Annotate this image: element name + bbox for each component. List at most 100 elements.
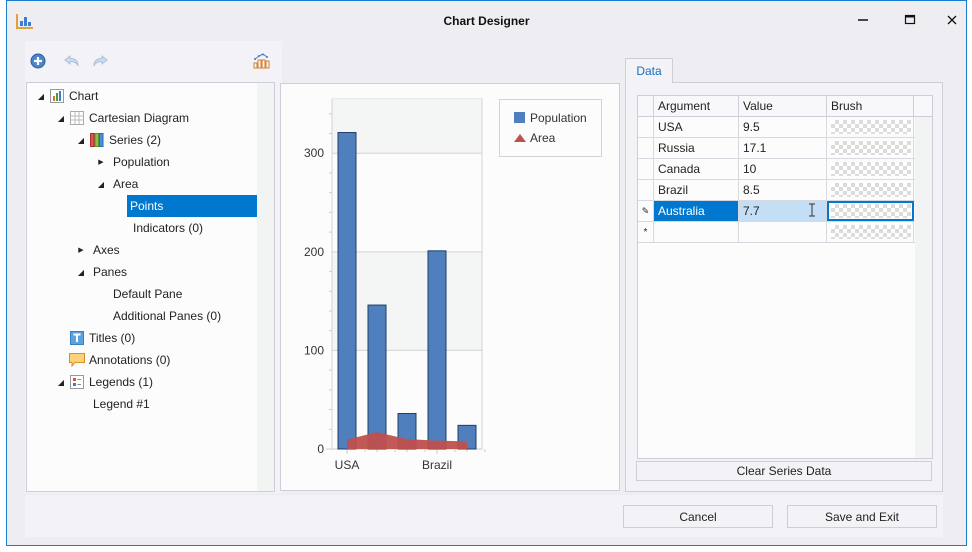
tree-item[interactable]: ▶ Population xyxy=(95,151,170,173)
save-and-exit-button[interactable]: Save and Exit xyxy=(787,505,937,528)
brush-cell[interactable] xyxy=(827,180,914,200)
collapse-arrow-icon[interactable]: ◢ xyxy=(75,266,87,278)
close-button[interactable] xyxy=(937,9,967,33)
tree-item[interactable]: Indicators (0) xyxy=(115,217,203,239)
annotations-icon xyxy=(69,352,85,368)
tree-item[interactable]: Default Pane xyxy=(95,283,182,305)
argument-cell[interactable]: Australia xyxy=(654,201,739,221)
table-row[interactable]: USA 9.5 xyxy=(638,117,915,138)
chart-preview[interactable]: 0 100 200 300 USA Brazil Population Area xyxy=(281,84,619,490)
collapse-arrow-icon[interactable]: ◢ xyxy=(55,112,67,124)
row-indicator[interactable] xyxy=(638,138,654,158)
value-cell[interactable]: 17.1 xyxy=(739,138,827,158)
table-row[interactable]: ✎ Australia 7.7 xyxy=(638,201,915,222)
tree-item[interactable]: ◢ Legends (1) xyxy=(55,371,153,393)
tree-scrollbar[interactable] xyxy=(257,83,274,491)
value-cell[interactable]: 10 xyxy=(739,159,827,179)
tree-item[interactable]: ◢ Cartesian Diagram xyxy=(55,107,189,129)
value-cell[interactable]: 9.5 xyxy=(739,117,827,137)
tree-item-label: Annotations (0) xyxy=(89,353,171,367)
titles-icon xyxy=(69,330,85,346)
tree-item-label: Points xyxy=(130,199,164,213)
series-data-grid[interactable]: Argument Value Brush USA 9.5 Russia 17.1 Can… xyxy=(637,95,933,459)
row-indicator[interactable]: ✎ xyxy=(638,201,654,221)
chart-designer-window: Chart Designer ◢ Chart ◢ Cartesian Diagr… xyxy=(6,0,967,546)
row-indicator[interactable] xyxy=(638,180,654,200)
chart-type-button[interactable] xyxy=(253,52,271,71)
maximize-button[interactable] xyxy=(895,9,925,33)
title-bar[interactable]: Chart Designer xyxy=(7,1,966,41)
tree-item-label: Additional Panes (0) xyxy=(113,309,222,323)
row-indicator[interactable] xyxy=(638,117,654,137)
brush-cell[interactable] xyxy=(827,201,914,221)
edit-pencil-icon: ✎ xyxy=(641,205,650,216)
grid-header-indicator xyxy=(638,96,654,116)
tree-item[interactable]: ◢ Series (2) xyxy=(75,129,161,151)
row-indicator[interactable]: * xyxy=(638,222,654,242)
brush-cell[interactable] xyxy=(827,159,914,179)
column-header-value[interactable]: Value xyxy=(739,96,827,116)
tree-item[interactable]: Points xyxy=(127,195,257,217)
value-text: 8.5 xyxy=(743,183,760,197)
redo-icon xyxy=(92,54,108,70)
redo-button[interactable] xyxy=(91,53,109,71)
properties-panel: Data Argument Value Brush USA 9.5 Russia 17… xyxy=(623,41,943,493)
collapse-arrow-icon[interactable]: ◢ xyxy=(75,134,87,146)
transparent-brush-swatch xyxy=(831,225,911,239)
grid-scrollbar[interactable] xyxy=(915,117,932,458)
tree-item-label: Population xyxy=(113,155,170,169)
brush-cell[interactable] xyxy=(827,117,914,137)
clear-series-data-button[interactable]: Clear Series Data xyxy=(636,461,932,481)
tree-item[interactable]: ◢ Panes xyxy=(75,261,127,283)
y-tick-label: 0 xyxy=(317,442,324,456)
collapse-arrow-icon[interactable]: ◢ xyxy=(35,90,47,102)
column-header-brush[interactable]: Brush xyxy=(827,96,914,116)
cancel-button[interactable]: Cancel xyxy=(623,505,773,528)
tree-item[interactable]: Legend #1 xyxy=(75,393,150,415)
diagram-grid-icon xyxy=(69,110,85,126)
column-header-argument[interactable]: Argument xyxy=(654,96,739,116)
collapse-arrow-icon[interactable]: ◢ xyxy=(95,178,107,190)
tree-item-label: Chart xyxy=(69,89,99,103)
bar-russia xyxy=(367,304,387,450)
tab-data[interactable]: Data xyxy=(625,58,673,83)
undo-button[interactable] xyxy=(63,53,81,71)
expand-arrow-icon[interactable]: ▶ xyxy=(75,244,87,256)
row-indicator[interactable] xyxy=(638,159,654,179)
table-row[interactable]: Russia 17.1 xyxy=(638,138,915,159)
value-cell[interactable]: 8.5 xyxy=(739,180,827,200)
legend-label-population: Population xyxy=(530,111,587,125)
tree-item[interactable]: ◢ Chart xyxy=(35,85,98,107)
value-cell[interactable] xyxy=(739,222,827,242)
expand-arrow-icon[interactable]: ▶ xyxy=(95,156,107,168)
tree-item-label: Titles (0) xyxy=(89,331,136,345)
tree-item-label: Axes xyxy=(93,243,120,257)
argument-cell[interactable] xyxy=(654,222,739,242)
table-row[interactable]: Canada 10 xyxy=(638,159,915,180)
tree-item[interactable]: Annotations (0) xyxy=(55,349,170,371)
add-element-button[interactable] xyxy=(29,53,47,71)
value-cell[interactable]: 7.7 xyxy=(739,201,827,221)
tree-item-label: Legend #1 xyxy=(93,397,150,411)
argument-cell[interactable]: Russia xyxy=(654,138,739,158)
new-row[interactable]: * xyxy=(638,222,915,243)
table-row[interactable]: Brazil 8.5 xyxy=(638,180,915,201)
tree-item-label: Default Pane xyxy=(113,287,183,301)
tree-item[interactable]: Additional Panes (0) xyxy=(95,305,221,327)
legends-icon xyxy=(69,374,85,390)
brush-cell[interactable] xyxy=(827,222,914,242)
tree-item[interactable]: ◢ Area xyxy=(95,173,138,195)
argument-cell[interactable]: Brazil xyxy=(654,180,739,200)
minimize-button[interactable] xyxy=(848,9,878,33)
chart-elements-tree[interactable]: ◢ Chart ◢ Cartesian Diagram ◢ Series (2) ▶ Popu… xyxy=(26,82,275,492)
collapse-arrow-icon[interactable]: ◢ xyxy=(55,376,67,388)
tree-item[interactable]: ▶ Axes xyxy=(75,239,120,261)
argument-cell[interactable]: USA xyxy=(654,117,739,137)
tree-item[interactable]: Titles (0) xyxy=(55,327,135,349)
argument-cell[interactable]: Canada xyxy=(654,159,739,179)
brush-cell[interactable] xyxy=(827,138,914,158)
